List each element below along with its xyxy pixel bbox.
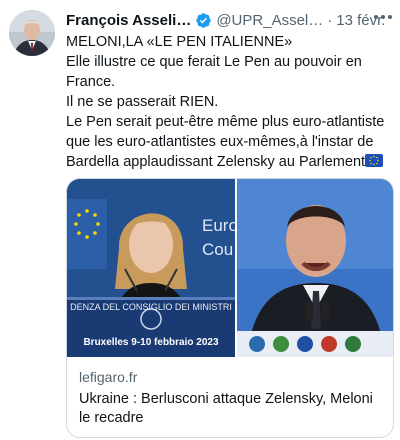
- svg-text:Cou: Cou: [202, 240, 233, 259]
- verified-badge-icon: [195, 12, 212, 29]
- svg-text:DENZA DEL CONSIGLIO DEI MINIST: DENZA DEL CONSIGLIO DEI MINISTRI: [70, 302, 232, 312]
- svg-text:Bruxelles 9-10 febbraio 2023: Bruxelles 9-10 febbraio 2023: [83, 337, 219, 348]
- card-photo-right: [237, 179, 393, 357]
- header-separator: ·: [327, 11, 333, 29]
- card-title[interactable]: Ukraine : Berlusconi attaque Zelensky, M…: [79, 390, 385, 428]
- svg-text:Euro: Euro: [202, 216, 235, 235]
- author-handle[interactable]: @UPR_Assel…: [216, 12, 323, 29]
- card-media: Euro Cou DENZA DEL CONSIGLIO DEI MINISTR…: [67, 179, 393, 357]
- author-name[interactable]: François Asseli…: [66, 12, 191, 29]
- tweet-text: MELONI,LA «LE PEN ITALIENNE» Elle illust…: [66, 32, 396, 172]
- tweet-line: que les euro-atlantistes eux-mêmes,à l'i…: [66, 134, 374, 150]
- eu-flag-icon: [365, 154, 384, 167]
- tweet-line: Elle illustre ce que ferait Le Pen au po…: [66, 54, 362, 70]
- tweet-line: Il ne se passerait RIEN.: [66, 94, 219, 110]
- tweet-header: François Asseli… @UPR_Assel… · 13 févr.: [66, 10, 392, 30]
- tweet-line: Bardella applaudissant Zelensky au Parle…: [66, 154, 366, 170]
- card-domain[interactable]: lefigaro.fr: [79, 369, 137, 385]
- author-avatar[interactable]: [9, 10, 55, 56]
- link-preview-card[interactable]: Euro Cou DENZA DEL CONSIGLIO DEI MINISTR…: [66, 178, 394, 438]
- tweet-line-last: Bardella applaudissant Zelensky au Parle…: [66, 152, 396, 172]
- avatar-photo: [9, 10, 55, 56]
- tweet-line: MELONI,LA «LE PEN ITALIENNE»: [66, 34, 293, 50]
- tweet-line: Le Pen serait peut-être même plus euro-a…: [66, 114, 385, 130]
- tweet-line: France.: [66, 74, 116, 90]
- card-photo-left: Euro Cou DENZA DEL CONSIGLIO DEI MINISTR…: [67, 179, 235, 357]
- more-options-icon[interactable]: [374, 14, 392, 20]
